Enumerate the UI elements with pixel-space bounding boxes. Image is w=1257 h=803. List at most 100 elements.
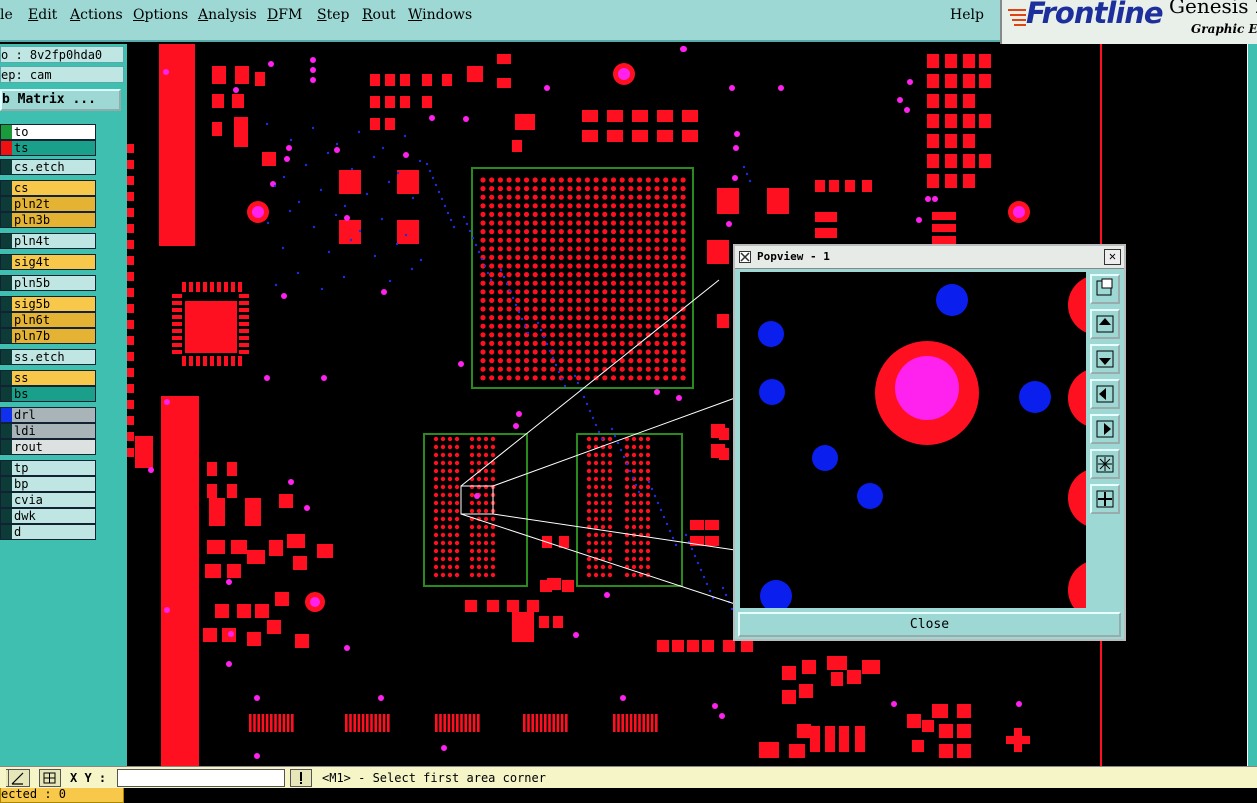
- layer-color-swatch[interactable]: [1, 255, 12, 269]
- layer-color-swatch[interactable]: [1, 477, 12, 491]
- layer-row-pln2t[interactable]: pln2t: [0, 196, 96, 212]
- xy-coordinate-input[interactable]: [117, 769, 285, 787]
- status-bar: X Y : <M1> - Select first area corner: [0, 766, 1257, 788]
- zoom-out-button[interactable]: [1090, 484, 1120, 514]
- layer-row-ss[interactable]: ss: [0, 370, 96, 386]
- grid-icon: [43, 772, 56, 784]
- zoom-fit-button[interactable]: [1090, 274, 1120, 304]
- alert-button[interactable]: [290, 769, 312, 787]
- drill-hit: [759, 379, 785, 405]
- layer-color-swatch[interactable]: [1, 525, 12, 539]
- menu-options[interactable]: Options: [133, 7, 188, 23]
- frontline-logo: Frontline Genesis 2 Graphic Ed: [1000, 0, 1257, 44]
- layer-color-swatch[interactable]: [1, 297, 12, 311]
- brand-name: Frontline: [1026, 0, 1164, 30]
- menu-actions[interactable]: Actions: [70, 7, 123, 23]
- pan-up-icon: [1096, 315, 1114, 333]
- layer-name: dwk: [14, 509, 36, 523]
- layer-color-swatch[interactable]: [1, 125, 12, 139]
- popview-zoom-view[interactable]: [740, 272, 1086, 608]
- layer-color-swatch[interactable]: [1, 313, 12, 327]
- drill-hit: [1019, 381, 1051, 413]
- menu-edit[interactable]: Edit: [28, 7, 57, 23]
- menu-dfm[interactable]: DFM: [267, 7, 302, 23]
- layer-name: rout: [14, 440, 43, 454]
- layer-row-ts[interactable]: ts: [0, 140, 96, 156]
- layer-color-swatch[interactable]: [1, 234, 12, 248]
- measure-tool-button[interactable]: [8, 769, 30, 787]
- layer-color-swatch[interactable]: [1, 160, 12, 174]
- menu-analysis[interactable]: Analysis: [198, 7, 257, 23]
- layer-color-swatch[interactable]: [1, 197, 12, 211]
- layer-color-swatch[interactable]: [1, 461, 12, 475]
- layer-name: pln7b: [14, 329, 51, 343]
- status-message: <M1> - Select first area corner: [322, 771, 546, 785]
- drill-hit: [857, 483, 883, 509]
- layer-row-rout[interactable]: rout: [0, 439, 96, 455]
- layer-row-cvia[interactable]: cvia: [0, 492, 96, 508]
- layer-color-swatch[interactable]: [1, 424, 12, 438]
- menu-rout[interactable]: Rout: [362, 7, 396, 23]
- layer-color-swatch[interactable]: [1, 387, 12, 401]
- layer-name: cvia: [14, 493, 43, 507]
- layer-row-cs-etch[interactable]: cs.etch: [0, 159, 96, 175]
- layer-color-swatch[interactable]: [1, 329, 12, 343]
- layer-row-ss-etch[interactable]: ss.etch: [0, 349, 96, 365]
- layer-name: pln3b: [14, 213, 51, 227]
- alert-icon: [300, 772, 302, 784]
- layer-color-swatch[interactable]: [1, 509, 12, 523]
- layer-color-swatch[interactable]: [1, 181, 12, 195]
- layer-row-sig4t[interactable]: sig4t: [0, 254, 96, 270]
- zoom-in-button[interactable]: [1090, 449, 1120, 479]
- measure-icon: [11, 772, 24, 785]
- close-icon[interactable]: ✕: [1104, 249, 1121, 265]
- layer-name: d: [14, 525, 22, 539]
- layer-row-pln6t[interactable]: pln6t: [0, 312, 96, 328]
- pan-right-icon: [1096, 420, 1114, 438]
- menu-help[interactable]: Help: [950, 7, 984, 23]
- menu-bar: le Edit Actions Options Analysis DFM Ste…: [0, 0, 1000, 42]
- layer-color-swatch[interactable]: [1, 213, 12, 227]
- layer-row-to[interactable]: to: [0, 124, 96, 140]
- layer-color-swatch[interactable]: [1, 350, 12, 364]
- pan-right-button[interactable]: [1090, 414, 1120, 444]
- right-scrollbar[interactable]: [1247, 44, 1257, 766]
- layer-row-d[interactable]: d: [0, 524, 96, 540]
- layer-row-tp[interactable]: tp: [0, 460, 96, 476]
- menu-windows[interactable]: Windows: [408, 7, 472, 23]
- layer-name: cs: [14, 181, 29, 195]
- layer-color-swatch[interactable]: [1, 276, 12, 290]
- layer-row-pln3b[interactable]: pln3b: [0, 212, 96, 228]
- close-button[interactable]: Close: [738, 612, 1121, 637]
- layer-row-pln4t[interactable]: pln4t: [0, 233, 96, 249]
- layer-name: bs: [14, 387, 29, 401]
- window-menu-icon[interactable]: [739, 251, 751, 263]
- pan-up-button[interactable]: [1090, 309, 1120, 339]
- layer-row-cs[interactable]: cs: [0, 180, 96, 196]
- layer-name: sig5b: [14, 297, 51, 311]
- layer-row-sig5b[interactable]: sig5b: [0, 296, 96, 312]
- matrix-button[interactable]: b Matrix ...: [0, 89, 121, 111]
- layer-row-pln7b[interactable]: pln7b: [0, 328, 96, 344]
- layer-row-bp[interactable]: bp: [0, 476, 96, 492]
- grid-tool-button[interactable]: [39, 769, 61, 787]
- xy-label: X Y :: [70, 771, 107, 785]
- layer-row-dwk[interactable]: dwk: [0, 508, 96, 524]
- layer-row-ldi[interactable]: ldi: [0, 423, 96, 439]
- layer-color-swatch[interactable]: [1, 141, 12, 155]
- layer-color-swatch[interactable]: [1, 440, 12, 454]
- layer-row-pln5b[interactable]: pln5b: [0, 275, 96, 291]
- menu-file[interactable]: le: [0, 7, 13, 23]
- pan-left-button[interactable]: [1090, 379, 1120, 409]
- layer-color-swatch[interactable]: [1, 371, 12, 385]
- pan-down-button[interactable]: [1090, 344, 1120, 374]
- layer-color-swatch[interactable]: [1, 493, 12, 507]
- layer-color-swatch[interactable]: [1, 408, 12, 422]
- layer-name: cs.etch: [14, 160, 65, 174]
- menu-step[interactable]: Step: [317, 7, 349, 23]
- via-hole: [895, 356, 959, 420]
- popview-titlebar[interactable]: Popview - 1 ✕: [735, 246, 1124, 269]
- layer-row-bs[interactable]: bs: [0, 386, 96, 402]
- layer-row-drl[interactable]: drl: [0, 407, 96, 423]
- pan-left-icon: [1096, 385, 1114, 403]
